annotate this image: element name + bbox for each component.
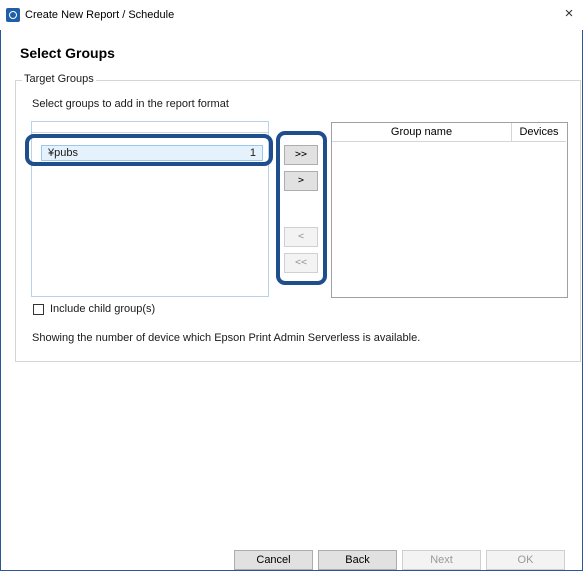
group-name: ¥pubs [48, 147, 78, 159]
available-groups-list[interactable]: ¥pubs 1 [31, 121, 269, 297]
back-button[interactable]: Back [318, 550, 397, 570]
page-title: Select Groups [20, 45, 115, 61]
add-all-button[interactable]: >> [284, 145, 318, 165]
instruction-text: Select groups to add in the report forma… [32, 98, 229, 110]
include-child-checkbox[interactable] [33, 304, 44, 315]
app-icon [6, 8, 20, 22]
include-child-label[interactable]: Include child group(s) [50, 303, 155, 315]
group-device-count: 1 [249, 147, 256, 159]
ok-button[interactable]: OK [486, 550, 565, 570]
target-groups-legend: Target Groups [22, 73, 96, 85]
add-button[interactable]: > [284, 171, 318, 191]
title-bar: Create New Report / Schedule × [0, 0, 584, 30]
list-header-divider [32, 132, 268, 133]
selected-groups-table[interactable]: Group name Devices [331, 122, 568, 298]
remove-button[interactable]: < [284, 227, 318, 247]
next-button[interactable]: Next [402, 550, 481, 570]
column-header-group-name[interactable]: Group name [332, 123, 512, 142]
column-header-devices[interactable]: Devices [512, 123, 566, 142]
list-item[interactable]: ¥pubs 1 [41, 145, 263, 161]
cancel-button[interactable]: Cancel [234, 550, 313, 570]
remove-all-button[interactable]: << [284, 253, 318, 273]
close-icon[interactable]: × [560, 5, 578, 23]
window-title: Create New Report / Schedule [25, 9, 175, 21]
info-text: Showing the number of device which Epson… [32, 332, 421, 344]
